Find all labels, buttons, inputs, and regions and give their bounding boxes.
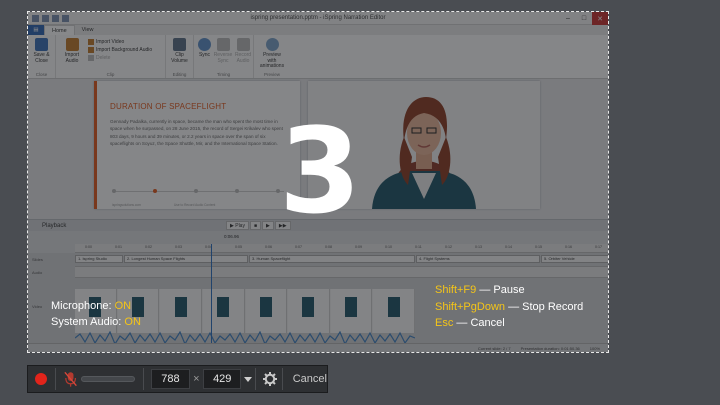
ribbon-group-clip: Import Audio Import Video Import Backgro… (56, 35, 166, 78)
timeline-ruler[interactable]: 0:00 0:01 0:02 0:03 0:04 0:05 0:06 0:07 … (75, 244, 608, 253)
ruler-tick: 0:00 (85, 245, 92, 249)
slide-segment[interactable]: 3. Human Spaceflight (249, 255, 415, 263)
import-video-button[interactable]: Import Video (88, 39, 152, 45)
ribbon-group-editing: Clip Volume Editing (166, 35, 194, 78)
ruler-tick: 0:11 (415, 245, 422, 249)
playhead[interactable] (211, 244, 212, 345)
presentation-duration-status: Presentation duration: 0:01:50.36 (520, 345, 580, 351)
delete-icon (88, 55, 94, 61)
tab-home[interactable]: Home (44, 25, 75, 35)
video-thumbnail (245, 289, 288, 333)
settings-button[interactable] (259, 366, 282, 392)
microphone-status-value: ON (114, 300, 132, 312)
cancel-button[interactable]: Cancel (293, 373, 327, 385)
toolbar-divider (254, 368, 256, 390)
height-input[interactable]: 429 (203, 369, 242, 389)
ribbon-group-preview: Preview with animations Preview (254, 35, 290, 78)
ruler-tick: 0:05 (235, 245, 242, 249)
ruler-tick: 0:17 (595, 245, 602, 249)
ruler-tick: 0:12 (445, 245, 452, 249)
ruler-tick: 0:13 (475, 245, 482, 249)
microphone-volume-slider[interactable] (80, 376, 135, 382)
width-input[interactable]: 788 (151, 369, 190, 389)
ruler-tick: 0:02 (145, 245, 152, 249)
file-menu-button[interactable]: ▤ (28, 25, 44, 35)
magnifier-icon (265, 38, 279, 51)
track-label-video: Video (32, 304, 43, 309)
save-close-icon (35, 38, 48, 51)
ruler-tick: 0:16 (565, 245, 572, 249)
countdown-number: 3 (278, 102, 362, 240)
ruler-tick: 0:08 (325, 245, 332, 249)
system-audio-status: System Audio: ON (51, 316, 141, 328)
ruler-tick: 0:07 (295, 245, 302, 249)
video-thumbnail (160, 289, 202, 333)
microphone-status: Microphone: ON (51, 300, 132, 312)
toolbar-divider (54, 368, 56, 390)
system-audio-status-value: ON (124, 316, 141, 328)
hotkey-pause: Shift+F9 — Pause (435, 284, 525, 296)
hotkey-hints: Shift+F9 — Pause Shift+PgDown — Stop Rec… (435, 282, 583, 332)
ruler-tick: 0:06 (265, 245, 272, 249)
status-bar: Current slide: 2 / 7 Presentation durati… (28, 343, 608, 352)
close-icon[interactable]: ✕ (592, 12, 608, 25)
track-label-slides: Slides (32, 257, 43, 262)
import-bg-audio-button[interactable]: Import Background Audio (88, 47, 152, 53)
ruler-tick: 0:10 (385, 245, 392, 249)
ruler-tick: 0:15 (535, 245, 542, 249)
window-controls: – □ ✕ (560, 12, 608, 25)
video-thumbnail (288, 289, 330, 333)
minimize-icon[interactable]: – (560, 12, 576, 25)
track-label-audio: Audio (32, 270, 43, 275)
import-video-icon (88, 39, 94, 45)
hotkey-stop-record: Shift+PgDown — Stop Record (435, 300, 584, 313)
ribbon: Save & Close Close Import Audio Import V… (28, 35, 608, 79)
record-audio-icon (236, 38, 250, 51)
slide-segment[interactable]: 5. Orbiter Vehicle (541, 255, 608, 263)
toolbar-divider (281, 368, 283, 390)
ribbon-tabs: ▤ Home View (28, 25, 608, 35)
ribbon-group-close: Save & Close Close (28, 35, 56, 78)
recording-toolbar: 788 × 429 Cancel (27, 365, 328, 393)
toolbar-divider (142, 368, 144, 390)
video-thumbnail (330, 289, 373, 333)
title-bar: ispring presentation.pptm - iSpring Narr… (28, 12, 608, 25)
tab-view[interactable]: View (75, 27, 101, 33)
slide-segment[interactable]: 1. Ispring Studio (75, 255, 123, 263)
audio-status: Microphone: ON System Audio: ON (51, 298, 141, 330)
size-presets-dropdown[interactable] (241, 369, 254, 389)
current-slide-status: Current slide: 2 / 7 (477, 345, 511, 351)
slide-segment[interactable]: 2. Longest Human Space Flights (124, 255, 248, 263)
delete-button[interactable]: Delete (88, 55, 152, 61)
gear-icon (263, 372, 278, 386)
ruler-tick: 0:09 (355, 245, 362, 249)
timecode: 0:06.96 (224, 234, 240, 239)
reverse-sync-icon (216, 38, 230, 51)
import-audio-icon (65, 38, 79, 51)
audio-track[interactable] (75, 266, 608, 278)
slide-segment[interactable]: 4. Flight Systems (416, 255, 540, 263)
dimension-separator: × (193, 373, 200, 385)
maximize-icon[interactable]: □ (576, 12, 592, 25)
window-title: ispring presentation.pptm - iSpring Narr… (250, 15, 386, 21)
record-icon (35, 373, 48, 385)
hotkey-cancel: Esc — Cancel (435, 317, 505, 329)
ruler-tick: 0:14 (505, 245, 512, 249)
zoom-level[interactable]: 100% (590, 346, 600, 351)
import-bg-audio-icon (88, 47, 94, 53)
ruler-tick: 0:03 (175, 245, 182, 249)
clip-volume-icon (173, 38, 186, 51)
video-thumbnail (373, 289, 415, 333)
microphone-muted-icon[interactable] (62, 369, 79, 389)
record-button[interactable] (28, 366, 55, 392)
sync-icon (198, 38, 211, 51)
slide-title: DURATION OF SPACEFLIGHT (110, 102, 227, 111)
ruler-tick: 0:01 (115, 245, 122, 249)
ribbon-group-timing: Sync Reverse Sync Record Audio Timing (194, 35, 254, 78)
chevron-down-icon (244, 376, 253, 382)
video-thumbnail (202, 289, 245, 333)
